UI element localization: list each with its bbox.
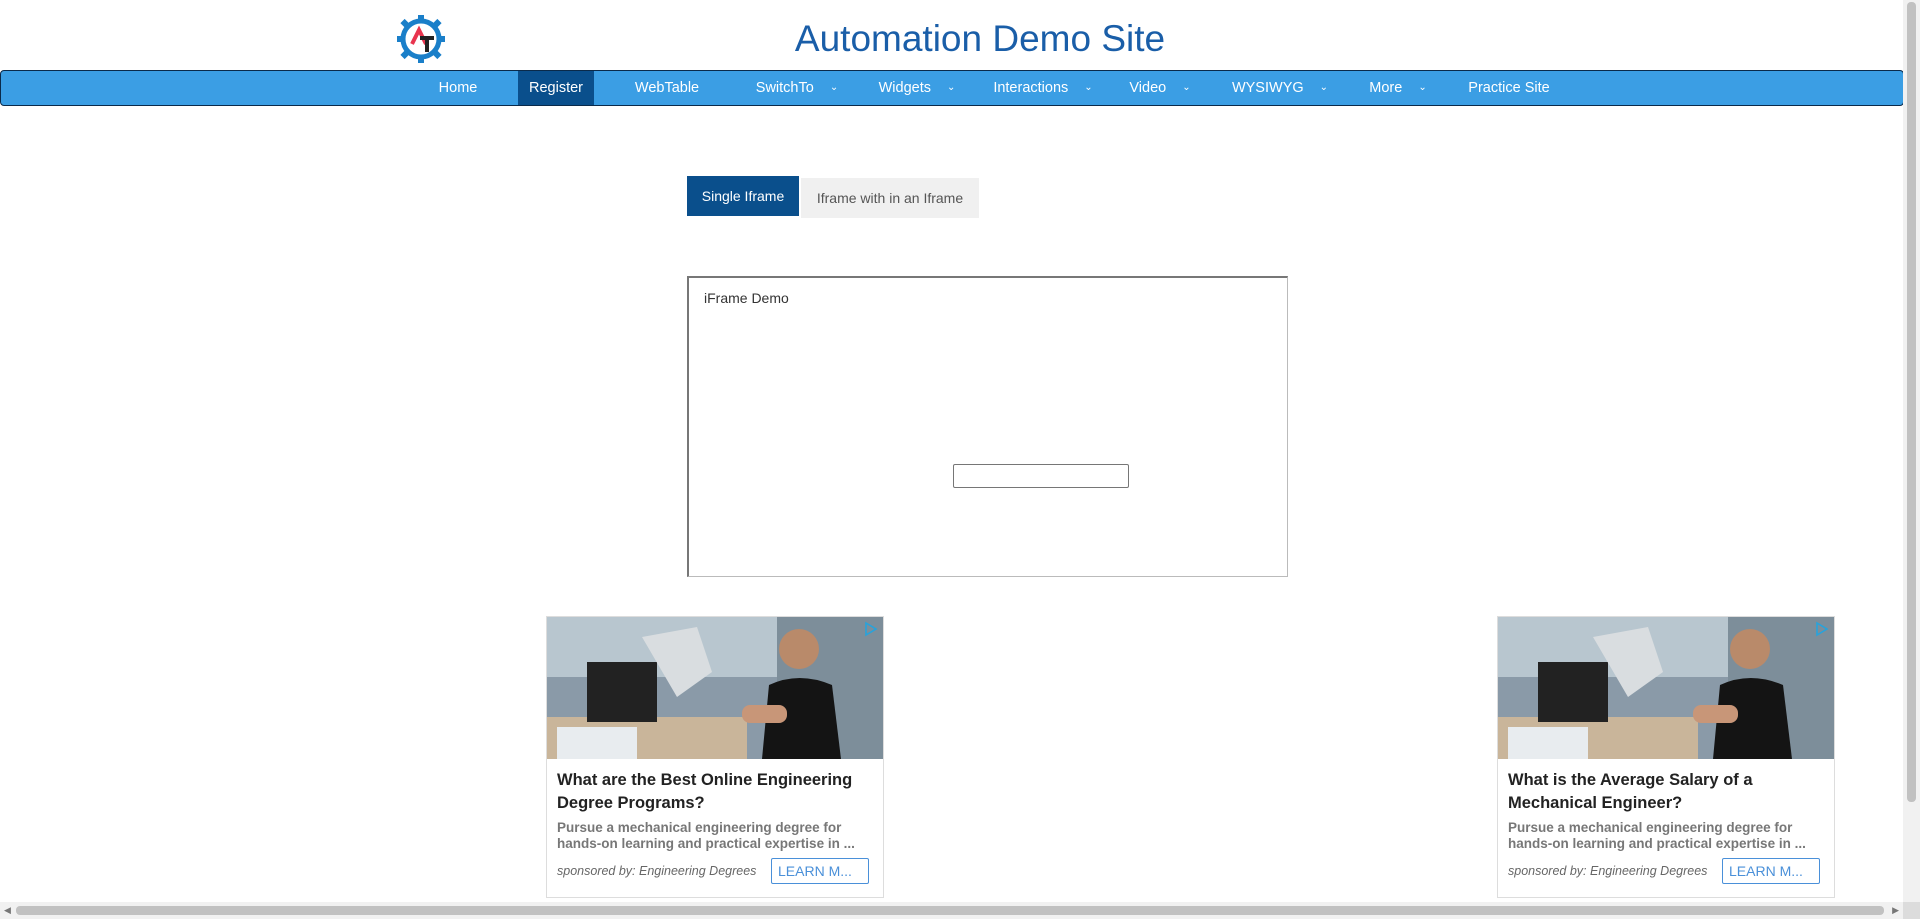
iframe-title: iFrame Demo	[704, 290, 789, 306]
scrollbar-corner	[1903, 902, 1920, 919]
tab-single-iframe[interactable]: Single Iframe	[687, 176, 799, 216]
chevron-down-icon: ⌄	[1418, 82, 1427, 94]
nav-item-widgets[interactable]: Widgets ⌄	[869, 71, 965, 105]
ad-card[interactable]: What is the Average Salary of a Mechanic…	[1497, 616, 1835, 898]
horizontal-scroll-thumb[interactable]	[16, 906, 1884, 915]
scroll-left-arrow-icon[interactable]: ◀	[4, 905, 11, 916]
ad-learn-more-button[interactable]: LEARN M...	[1722, 858, 1820, 884]
ad-headline[interactable]: What are the Best Online Engineering Deg…	[557, 769, 873, 815]
page-title: Automation Demo Site	[794, 18, 1166, 59]
ad-choices-icon[interactable]	[1814, 621, 1830, 637]
nav-item-interactions[interactable]: Interactions ⌄	[987, 71, 1099, 105]
chevron-down-icon: ⌄	[1182, 82, 1191, 94]
vertical-scroll-thumb[interactable]	[1907, 2, 1916, 802]
ad-image	[1498, 617, 1834, 759]
horizontal-scrollbar[interactable]: ◀ ▶	[0, 902, 1903, 919]
nav-item-webtable[interactable]: WebTable	[619, 71, 715, 105]
nav-item-wysiwyg[interactable]: WYSIWYG ⌄	[1227, 71, 1333, 105]
chevron-down-icon: ⌄	[947, 82, 956, 94]
nav-item-register[interactable]: Register	[518, 71, 594, 105]
chevron-down-icon: ⌄	[1319, 82, 1329, 94]
ad-description: Pursue a mechanical engineering degree f…	[1508, 820, 1806, 851]
ad-description: Pursue a mechanical engineering degree f…	[557, 820, 855, 851]
nav-item-switchto[interactable]: SwitchTo ⌄	[747, 71, 847, 105]
ad-image	[547, 617, 883, 759]
ad-learn-more-button[interactable]: LEARN M...	[771, 858, 869, 884]
ad-headline[interactable]: What is the Average Salary of a Mechanic…	[1508, 769, 1824, 815]
vertical-scrollbar[interactable]	[1903, 0, 1920, 902]
chevron-down-icon: ⌄	[1084, 82, 1093, 94]
ad-sponsor: sponsored by: Engineering Degrees	[1508, 864, 1708, 878]
nav-item-more[interactable]: More ⌄	[1365, 71, 1431, 105]
chevron-down-icon: ⌄	[829, 82, 839, 94]
nav-item-practice-site[interactable]: Practice Site	[1461, 71, 1557, 105]
iframe-text-input[interactable]	[953, 464, 1129, 488]
scroll-right-arrow-icon[interactable]: ▶	[1892, 905, 1899, 916]
ad-card[interactable]: What are the Best Online Engineering Deg…	[546, 616, 884, 898]
nav-item-home[interactable]: Home	[423, 71, 493, 105]
iframe-frame: iFrame Demo	[687, 276, 1288, 577]
nav-item-video[interactable]: Video ⌄	[1125, 71, 1195, 105]
main-navbar: Home Register WebTable SwitchTo ⌄ Widgets…	[0, 70, 1904, 106]
ad-sponsor: sponsored by: Engineering Degrees	[557, 864, 757, 878]
ad-choices-icon[interactable]	[863, 621, 879, 637]
tab-nested-iframe[interactable]: Iframe with in an Iframe	[801, 178, 979, 218]
